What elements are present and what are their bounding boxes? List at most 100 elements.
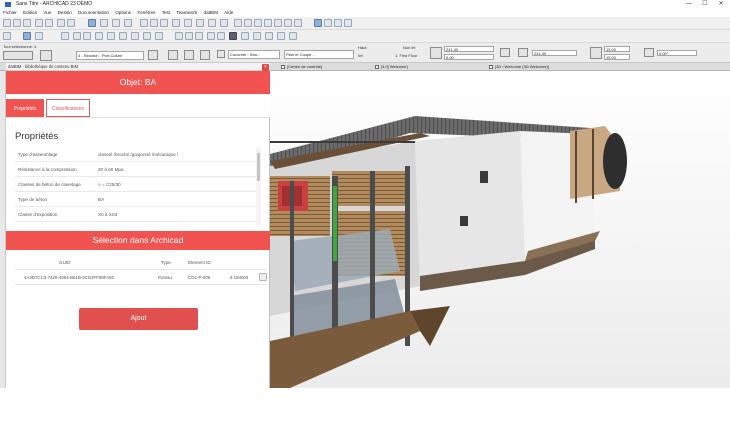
render-icon[interactable] <box>229 32 237 40</box>
property-value: X0 à XS3 <box>98 212 118 217</box>
width-field[interactable]: 15,00 <box>604 46 630 52</box>
geometry-method-icon[interactable] <box>168 50 178 60</box>
move-icon[interactable] <box>140 19 148 27</box>
angle-field[interactable]: 0,00° <box>657 50 697 56</box>
pencil-icon[interactable] <box>57 19 65 27</box>
pointer-icon[interactable] <box>3 32 11 40</box>
slab-tool-icon[interactable] <box>264 19 272 27</box>
column-height-icon[interactable] <box>518 48 528 57</box>
property-value: BA <box>98 197 105 202</box>
split-icon[interactable] <box>196 19 204 27</box>
menu-test[interactable]: Test <box>162 10 170 15</box>
fit-window-icon[interactable] <box>195 32 203 40</box>
magic-wand-icon[interactable] <box>220 19 228 27</box>
snap-grid-icon[interactable] <box>314 19 322 27</box>
material-swatch-icon[interactable] <box>217 50 225 58</box>
anchor-point-icon[interactable] <box>200 50 210 60</box>
menu-vue[interactable]: Vue <box>43 10 51 15</box>
layer-selector[interactable]: 4 - Structur... Port.Colum <box>76 51 144 60</box>
pen-icon[interactable] <box>67 19 75 27</box>
maximize-button[interactable]: ☐ <box>697 0 713 9</box>
section-icon[interactable] <box>241 32 249 40</box>
pen-set-icon[interactable] <box>107 32 115 40</box>
open-icon[interactable] <box>13 19 21 27</box>
mirror-icon[interactable] <box>160 19 168 27</box>
model-view-icon[interactable] <box>119 32 127 40</box>
column-tool-icon[interactable] <box>244 19 252 27</box>
tab-3d-window[interactable]: [3D / Welcome (3D Welcome)] <box>488 63 549 71</box>
guide-icon[interactable] <box>324 19 332 27</box>
offset-icon[interactable] <box>500 48 510 57</box>
menu-edition[interactable]: Edition <box>23 10 37 15</box>
menu-documentation[interactable]: Documentation <box>78 10 109 15</box>
roof-tool-icon[interactable] <box>274 19 282 27</box>
minimize-button[interactable]: — <box>681 0 697 9</box>
distribute-icon[interactable] <box>112 19 120 27</box>
rotate-icon[interactable] <box>150 19 158 27</box>
structure-icon[interactable] <box>131 32 139 40</box>
new-icon[interactable] <box>3 19 11 27</box>
properties-scrollbar[interactable] <box>256 147 261 225</box>
arrange-icon[interactable] <box>88 19 96 27</box>
menu-fichier[interactable]: Fichier <box>3 10 17 15</box>
tab-control-center[interactable]: [Centre de contrôle] <box>280 63 322 71</box>
tab-proprietes[interactable]: Propriétés <box>6 99 44 117</box>
arrow-tool-selector[interactable] <box>3 51 33 60</box>
element-icon[interactable] <box>40 50 52 61</box>
camera-icon[interactable] <box>207 32 215 40</box>
row-action-button[interactable] <box>259 273 267 281</box>
sun-icon[interactable] <box>334 19 342 27</box>
menu-datbim[interactable]: datBIM <box>204 10 219 15</box>
tab-floor-plan[interactable]: [4.0] Welcome] <box>374 63 408 71</box>
grid-icon[interactable] <box>124 19 132 27</box>
align-icon[interactable] <box>100 19 108 27</box>
height-bottom-field[interactable]: 0,00 <box>444 54 494 60</box>
menu-teamwork[interactable]: Teamwork <box>176 10 197 15</box>
zoom-in-icon[interactable] <box>175 32 183 40</box>
floor-plan-selector[interactable]: Plan et Coupe... <box>284 50 354 59</box>
marquee-icon[interactable] <box>23 32 31 40</box>
undo-icon[interactable] <box>35 19 43 27</box>
redo-icon[interactable] <box>45 19 53 27</box>
wall-tool-icon[interactable] <box>234 19 242 27</box>
arc-tool-icon[interactable] <box>294 19 302 27</box>
layout-icon[interactable] <box>155 32 163 40</box>
structure-icon[interactable] <box>148 50 158 60</box>
scrollbar-thumb[interactable] <box>257 153 260 181</box>
zoom-out-icon[interactable] <box>185 32 193 40</box>
line-tool-icon[interactable] <box>284 19 292 27</box>
3d-viewport[interactable] <box>270 71 730 388</box>
menu-dessin[interactable]: Dessin <box>58 10 72 15</box>
elevate-icon[interactable] <box>172 19 180 27</box>
detail-icon[interactable] <box>265 32 273 40</box>
tab-classifications[interactable]: Classifications <box>46 99 90 117</box>
home-story-value[interactable]: 1. First Floor <box>395 53 417 58</box>
building-material-selector[interactable]: Concrete - Stru... <box>228 50 280 59</box>
column-height-field[interactable]: 241,40 <box>532 50 577 56</box>
height-top-field[interactable]: 241,40 <box>444 46 494 52</box>
depth-field[interactable]: 15,00 <box>604 54 630 60</box>
column-shape-icon[interactable] <box>184 50 194 60</box>
view-icon[interactable] <box>344 19 352 27</box>
elevation-icon[interactable] <box>253 32 261 40</box>
add-button[interactable]: Ajout <box>79 308 198 330</box>
after-icon[interactable] <box>61 32 69 40</box>
menu-fenetres[interactable]: Fenêtres <box>137 10 155 15</box>
layer-icon[interactable] <box>95 32 103 40</box>
orbit-icon[interactable] <box>217 32 225 40</box>
worksheet-icon[interactable] <box>277 32 285 40</box>
info-icon[interactable] <box>73 32 81 40</box>
menu-options[interactable]: Options <box>115 10 131 15</box>
close-button[interactable]: ✕ <box>713 0 729 9</box>
resize-icon[interactable] <box>184 19 192 27</box>
beam-tool-icon[interactable] <box>254 19 262 27</box>
top-link-value[interactable]: Non lié <box>403 45 415 50</box>
publish-icon[interactable] <box>289 32 297 40</box>
story-icon[interactable] <box>35 32 43 40</box>
menu-aide[interactable]: Aide <box>224 10 233 15</box>
lock-icon[interactable] <box>83 32 91 40</box>
palette-close-button[interactable]: × <box>262 63 269 71</box>
save-icon[interactable] <box>23 19 31 27</box>
renovation-icon[interactable] <box>143 32 151 40</box>
trim-icon[interactable] <box>208 19 216 27</box>
